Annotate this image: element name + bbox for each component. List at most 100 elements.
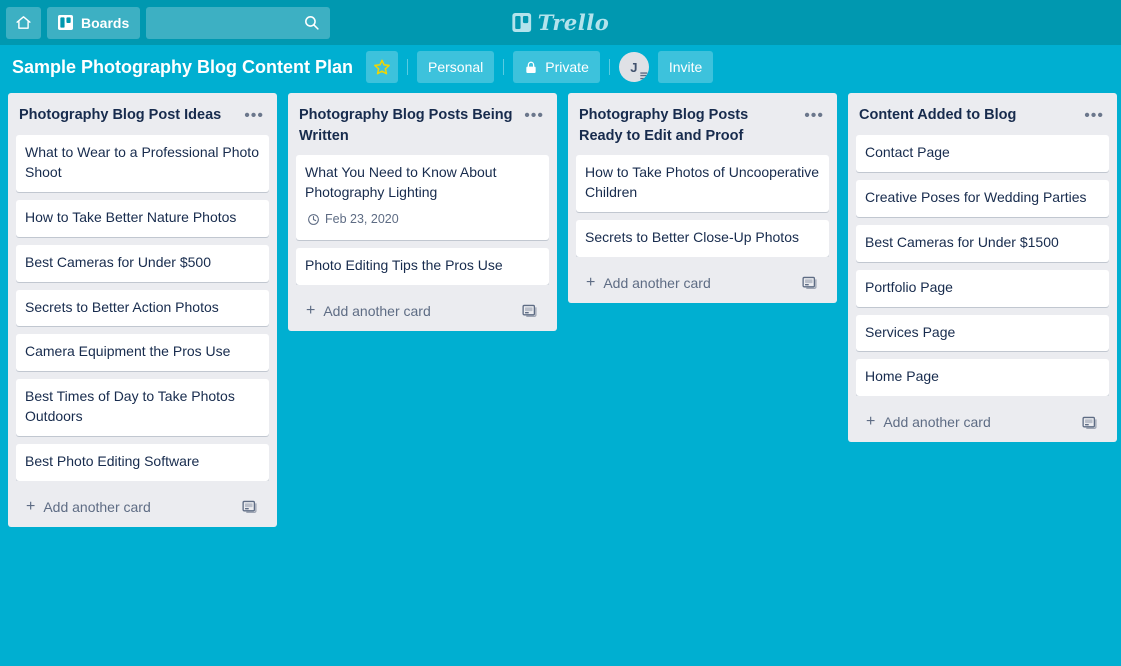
trello-wordmark: Trello [537, 10, 610, 35]
card-title: Best Photo Editing Software [25, 453, 200, 469]
avatar[interactable]: J ☰ [618, 52, 649, 82]
card-title: Best Cameras for Under $1500 [865, 233, 1059, 250]
list-header: Photography Blog Posts Being Written ••• [288, 93, 557, 155]
trello-board-icon [511, 13, 531, 32]
add-card-label: Add another card [323, 302, 431, 319]
card-list: What to Wear to a Professional Photo Sho… [8, 135, 277, 481]
star-icon [373, 58, 391, 76]
home-button[interactable] [6, 6, 41, 39]
plus-icon: + [586, 273, 596, 291]
card-title: How to Take Photos of Uncooperative Chil… [585, 164, 819, 201]
card-template-icon[interactable] [1082, 415, 1097, 430]
top-navigation-bar: Boards Trello [0, 0, 1121, 45]
card[interactable]: Contact Page [856, 135, 1109, 172]
card[interactable]: Creative Poses for Wedding Parties [856, 179, 1109, 217]
add-card-left: + Add another card [866, 413, 991, 431]
card[interactable]: Best Cameras for Under $500 [16, 244, 269, 282]
visibility-button[interactable]: Private [513, 51, 600, 83]
card[interactable]: Services Page [856, 314, 1109, 352]
list: Photography Blog Posts Being Written ••• W… [288, 93, 557, 331]
card-list: How to Take Photos of Uncooperative Chil… [568, 155, 837, 257]
card-title: Camera Equipment the Pros Use [25, 343, 231, 360]
list-menu-dots-icon[interactable]: ••• [1080, 106, 1108, 126]
card-template-icon[interactable] [522, 303, 537, 318]
board-title[interactable]: Sample Photography Blog Content Plan [12, 57, 353, 78]
board-header: Sample Photography Blog Content Plan Per… [0, 45, 1121, 89]
clock-icon [307, 213, 320, 226]
card[interactable]: Best Times of Day to Take Photos Outdoor… [16, 379, 269, 436]
team-label: Personal [428, 59, 484, 75]
list-title[interactable]: Content Added to Blog [859, 105, 1074, 126]
list: Photography Blog Posts Ready to Edit and… [568, 93, 837, 303]
invite-label: Invite [668, 59, 703, 75]
avatar-initial: J [630, 59, 638, 75]
card[interactable]: Best Cameras for Under $1500 [856, 224, 1109, 262]
header-divider-3 [608, 59, 610, 75]
card[interactable]: How to Take Photos of Uncooperative Chil… [576, 155, 829, 212]
add-card-label: Add another card [43, 498, 151, 515]
lock-icon [524, 60, 538, 75]
list-title[interactable]: Photography Blog Posts Being Written [299, 105, 514, 146]
add-card-button[interactable]: + Add another card [16, 489, 269, 525]
card-title: What to Wear to a Professional Photo Sho… [25, 144, 259, 180]
trello-logo[interactable]: Trello [511, 10, 610, 35]
card-template-icon[interactable] [242, 499, 257, 514]
plus-icon: + [26, 497, 36, 515]
card[interactable]: What to Wear to a Professional Photo Sho… [16, 135, 269, 192]
invite-button[interactable]: Invite [657, 51, 714, 83]
card-title: Secrets to Better Action Photos [25, 298, 219, 315]
boards-grid-icon [58, 15, 73, 30]
card[interactable]: Best Photo Editing Software [16, 444, 269, 481]
card-title: What You Need to Know About Photography … [305, 164, 497, 201]
card[interactable]: Secrets to Better Close-Up Photos [576, 219, 829, 257]
team-button[interactable]: Personal [417, 51, 495, 83]
list-menu-dots-icon[interactable]: ••• [520, 106, 548, 126]
add-card-label: Add another card [603, 274, 711, 291]
plus-icon: + [866, 413, 876, 431]
list-header: Photography Blog Post Ideas ••• [8, 93, 277, 135]
card-title: Creative Poses for Wedding Parties [865, 188, 1087, 205]
card-title: Portfolio Page [865, 278, 953, 295]
plus-icon: + [306, 301, 316, 319]
card[interactable]: Portfolio Page [856, 269, 1109, 307]
due-date-badge[interactable]: Feb 23, 2020 [305, 209, 403, 231]
card[interactable]: Secrets to Better Action Photos [16, 289, 269, 327]
search-box[interactable] [146, 6, 331, 39]
card-title: Contact Page [865, 144, 950, 160]
add-card-label: Add another card [883, 414, 991, 431]
card-template-icon[interactable] [802, 275, 817, 290]
board-canvas: Photography Blog Post Ideas ••• What to We… [0, 89, 1121, 666]
card-badges: Feb 23, 2020 [305, 209, 540, 231]
card-list: What You Need to Know About Photography … [288, 155, 557, 285]
card[interactable]: Home Page [856, 359, 1109, 397]
search-icon [303, 14, 320, 31]
list-menu-dots-icon[interactable]: ••• [240, 106, 268, 126]
add-card-left: + Add another card [26, 497, 151, 515]
card-title: Secrets to Better Close-Up Photos [585, 228, 799, 245]
add-card-button[interactable]: + Add another card [856, 404, 1109, 440]
list-menu-dots-icon[interactable]: ••• [800, 106, 828, 126]
list-title[interactable]: Photography Blog Post Ideas [19, 105, 234, 126]
header-divider-1 [407, 59, 409, 75]
home-icon [15, 14, 32, 31]
boards-button[interactable]: Boards [47, 6, 141, 39]
due-date-label: Feb 23, 2020 [325, 211, 399, 226]
card[interactable]: Photo Editing Tips the Pros Use [296, 247, 549, 285]
add-card-left: + Add another card [586, 273, 711, 291]
add-card-left: + Add another card [306, 301, 431, 319]
list-title[interactable]: Photography Blog Posts Ready to Edit and… [579, 105, 794, 146]
star-board-button[interactable] [366, 51, 399, 83]
header-divider-2 [503, 59, 505, 75]
list-header: Photography Blog Posts Ready to Edit and… [568, 93, 837, 155]
add-card-button[interactable]: + Add another card [296, 293, 549, 329]
card-title: Services Page [865, 323, 956, 340]
card[interactable]: How to Take Better Nature Photos [16, 199, 269, 237]
card-title: Best Times of Day to Take Photos Outdoor… [25, 388, 235, 425]
card-list: Contact Page Creative Poses for Wedding P… [848, 135, 1117, 397]
avatar-decoration-icon: ☰ [639, 71, 648, 81]
card[interactable]: Camera Equipment the Pros Use [16, 334, 269, 372]
card[interactable]: What You Need to Know About Photography … [296, 155, 549, 240]
list-header: Content Added to Blog ••• [848, 93, 1117, 135]
add-card-button[interactable]: + Add another card [576, 265, 829, 301]
card-title: Photo Editing Tips the Pros Use [305, 256, 503, 273]
